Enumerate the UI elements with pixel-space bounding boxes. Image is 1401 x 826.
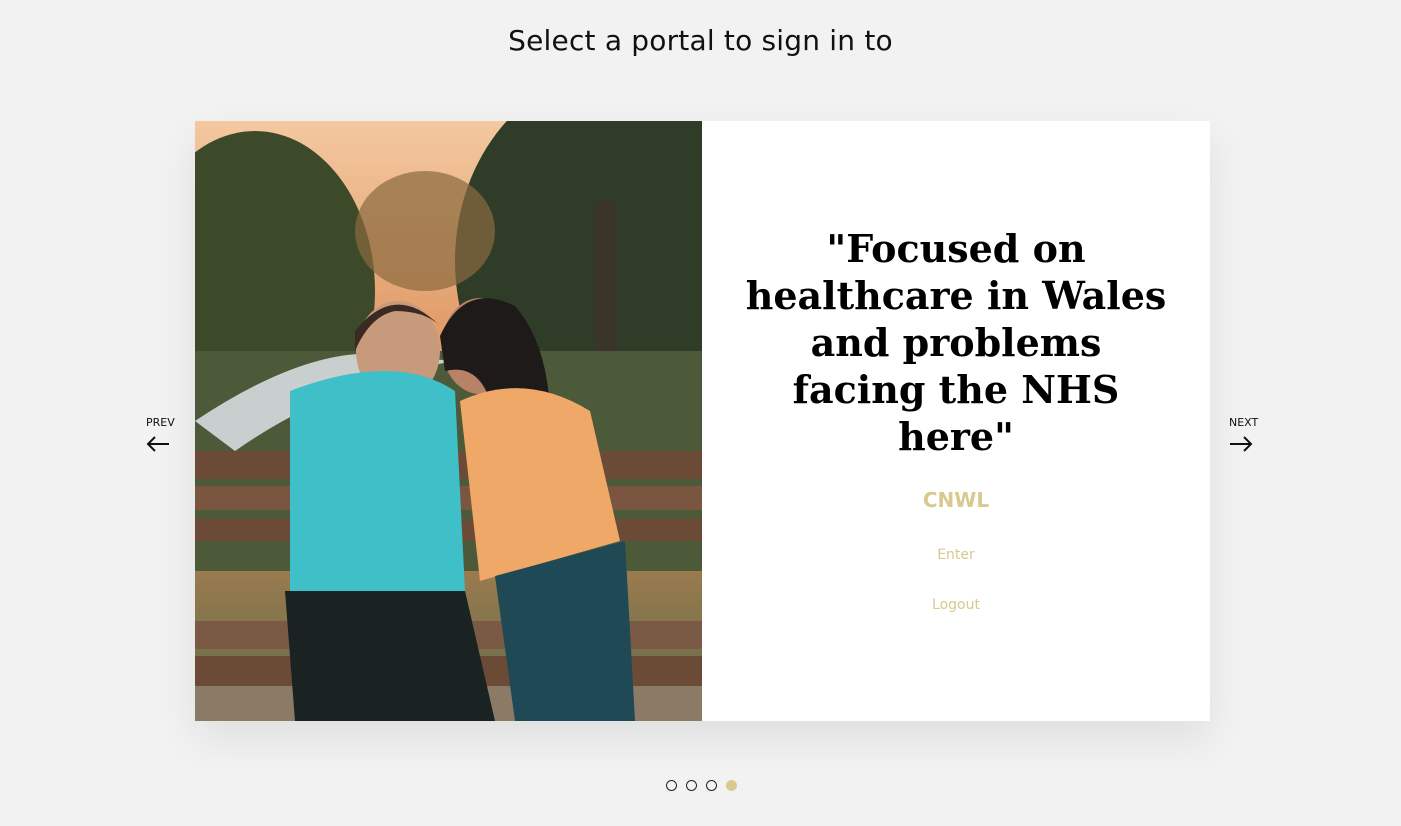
next-button[interactable]: NEXT bbox=[1229, 417, 1258, 452]
logout-link[interactable]: Logout bbox=[702, 597, 1210, 613]
portal-card: "Focused on healthcare in Wales and prob… bbox=[195, 121, 1210, 721]
pagination-dot-4[interactable] bbox=[726, 780, 737, 791]
prev-button[interactable]: PREV bbox=[146, 417, 175, 452]
pagination-dot-2[interactable] bbox=[686, 780, 697, 791]
portal-info: "Focused on healthcare in Wales and prob… bbox=[702, 121, 1210, 721]
enter-link[interactable]: Enter bbox=[702, 547, 1210, 563]
carousel-pagination bbox=[666, 780, 737, 791]
page-title: Select a portal to sign in to bbox=[508, 24, 893, 57]
arrow-right-icon bbox=[1230, 436, 1253, 452]
arrow-left-icon bbox=[146, 436, 169, 452]
pagination-dot-1[interactable] bbox=[666, 780, 677, 791]
next-label: NEXT bbox=[1229, 416, 1259, 429]
prev-label: PREV bbox=[146, 416, 175, 429]
pagination-dot-3[interactable] bbox=[706, 780, 717, 791]
photo-illustration bbox=[195, 121, 702, 721]
portal-quote: "Focused on healthcare in Wales and prob… bbox=[745, 226, 1167, 459]
portal-name: CNWL bbox=[922, 488, 990, 512]
portal-photo bbox=[195, 121, 702, 721]
